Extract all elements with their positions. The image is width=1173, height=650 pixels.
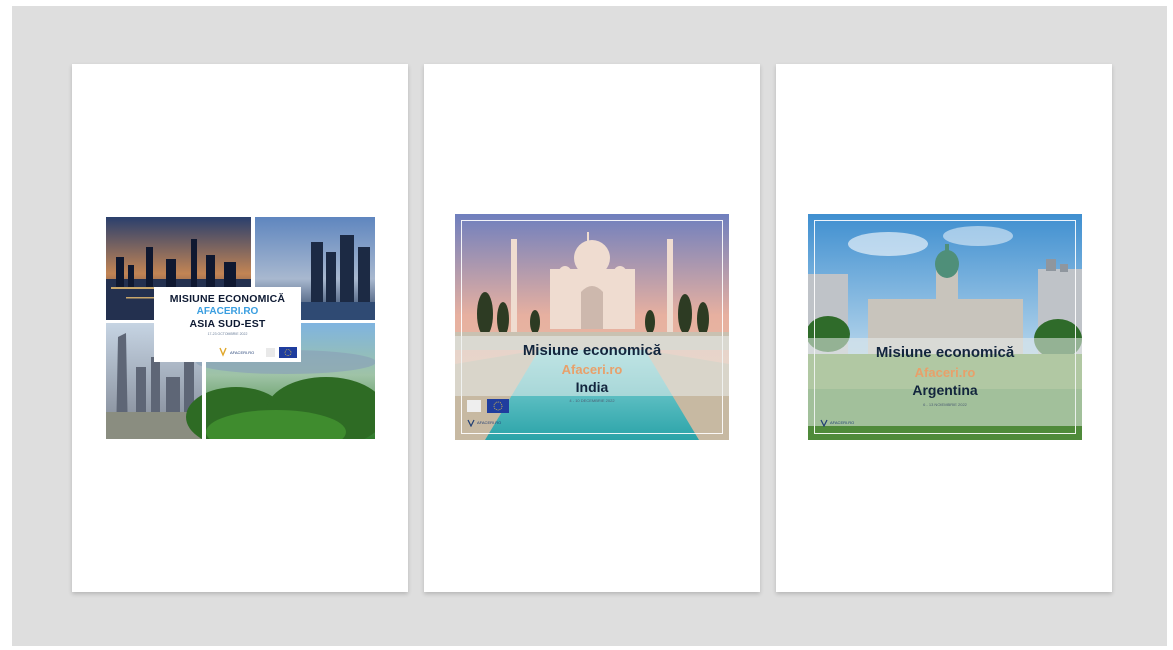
poster-india-logo-text: AFACERI.RO (477, 420, 502, 425)
page-1[interactable]: MISIUNE ECONOMICĂ AFACERI.RO ASIA SUD-ES… (72, 64, 408, 592)
poster-india: Misiune economică Afaceri.ro India 4 - 1… (455, 214, 729, 440)
poster-asia-title: MISIUNE ECONOMICĂ (169, 293, 286, 305)
poster-argentina-country: Argentina (912, 382, 978, 398)
poster-asia-logos: AFACERI.RO (154, 346, 301, 358)
eu-flag-icon (487, 399, 509, 413)
poster-asia-title-box: MISIUNE ECONOMICĂ AFACERI.RO ASIA SUD-ES… (154, 287, 301, 362)
poster-india-brand: Afaceri.ro (561, 362, 623, 377)
poster-argentina-title: Misiune economică (875, 344, 1015, 361)
poster-argentina-logo-text: AFACERI.RO (830, 420, 855, 425)
poster-asia-logo-text: AFACERI.RO (230, 350, 255, 355)
poster-asia-region: ASIA SUD-EST (189, 318, 266, 330)
poster-asia: MISIUNE ECONOMICĂ AFACERI.RO ASIA SUD-ES… (106, 217, 375, 439)
poster-india-country: India (575, 379, 609, 395)
afaceri-logo-icon (467, 419, 475, 427)
afaceri-logo-icon (219, 347, 227, 357)
poster-india-title: Misiune economică (522, 342, 662, 359)
poster-argentina-date: 6 - 13 NOIEMBRIE 2022 (923, 402, 967, 407)
poster-india-logos (467, 399, 509, 413)
poster-asia-date: 17-23 OCTOMBRIE 2022 (207, 332, 248, 336)
poster-argentina-brand: Afaceri.ro (914, 365, 976, 380)
poster-asia-brand: AFACERI.RO (196, 306, 259, 317)
eu-flag-icon (279, 347, 297, 358)
afaceri-logo-icon (820, 419, 828, 427)
page-3[interactable]: Misiune economică Afaceri.ro Argentina 6… (776, 64, 1112, 592)
poster-argentina: Misiune economică Afaceri.ro Argentina 6… (808, 214, 1082, 440)
document-canvas: MISIUNE ECONOMICĂ AFACERI.RO ASIA SUD-ES… (12, 6, 1167, 646)
page-2[interactable]: Misiune economică Afaceri.ro India 4 - 1… (424, 64, 760, 592)
